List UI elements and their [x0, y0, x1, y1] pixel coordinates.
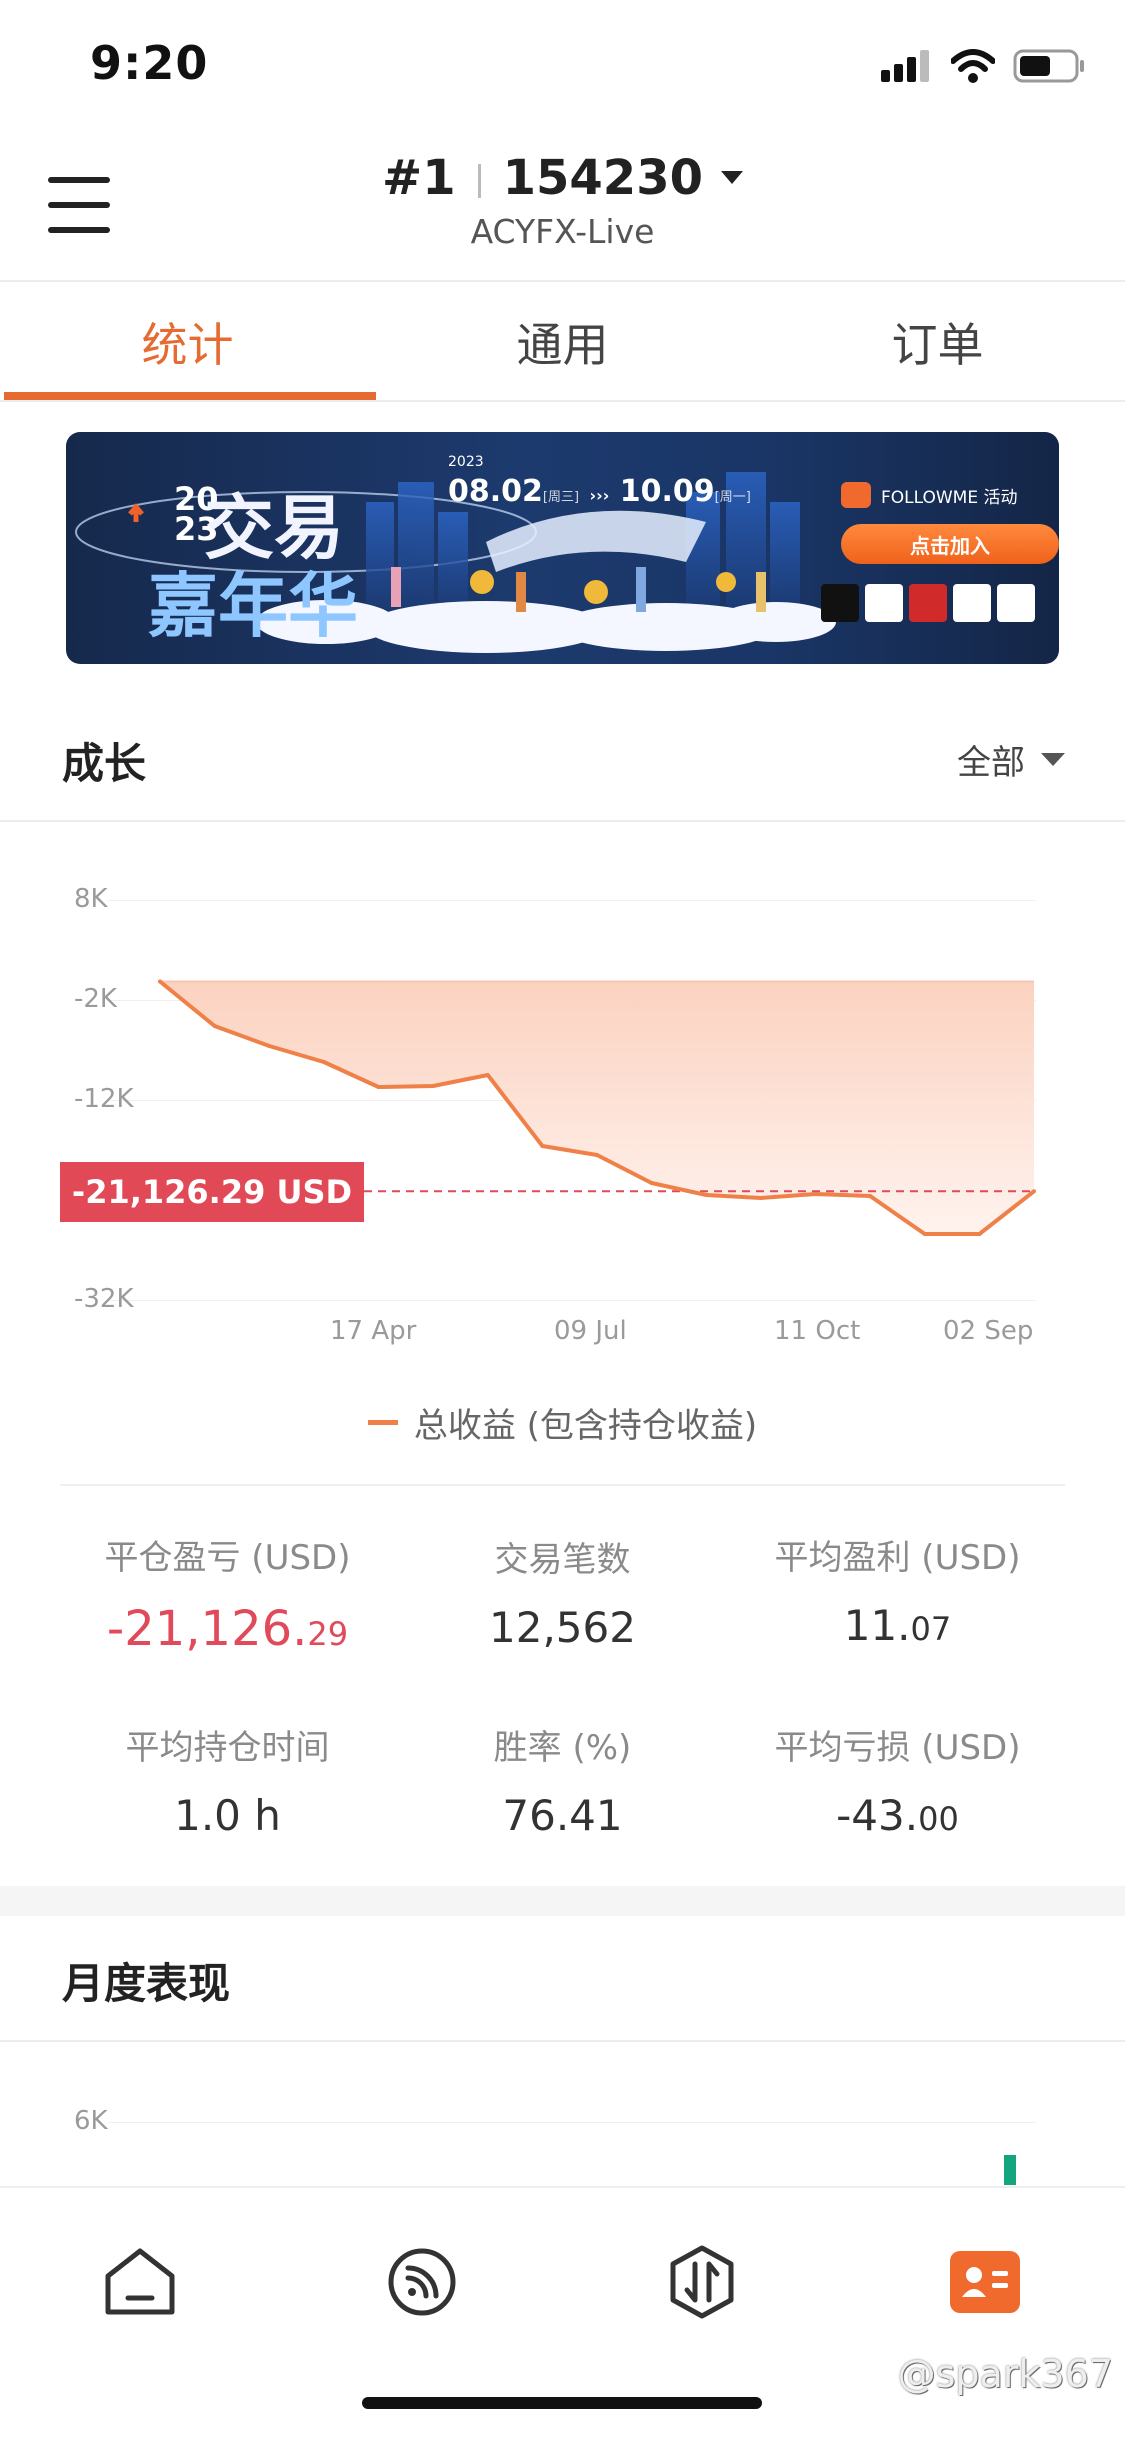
- stat-value: -21,126.29: [40, 1601, 415, 1657]
- stat-closed-pnl: 平仓盈亏 (USD) -21,126.29: [40, 1530, 415, 1657]
- stat-avg-loss: 平均亏损 (USD) -43.00: [710, 1720, 1085, 1840]
- growth-point: [1032, 1189, 1036, 1194]
- nav-trade[interactable]: [652, 2232, 752, 2332]
- stat-value-fraction: 07: [910, 1610, 952, 1648]
- growth-point: [868, 1194, 873, 1198]
- stat-value: -43.00: [710, 1791, 1085, 1840]
- growth-point: [977, 1232, 982, 1236]
- legend-swatch: [367, 1420, 398, 1425]
- stat-value-main: 76.41: [502, 1791, 623, 1840]
- growth-point: [212, 1024, 217, 1028]
- x-tick-label: 02 Sep: [943, 1316, 1034, 1346]
- stat-value-main: 11.: [843, 1601, 911, 1650]
- grid-line: [108, 2122, 1036, 2123]
- divider: [60, 1484, 1065, 1486]
- growth-point: [376, 1085, 381, 1089]
- nav-home[interactable]: [90, 2232, 190, 2332]
- growth-point: [485, 1073, 490, 1077]
- monthly-y-tick-label: 6K: [74, 2106, 108, 2136]
- growth-point: [649, 1181, 654, 1185]
- x-tick-label: 09 Jul: [554, 1316, 627, 1346]
- growth-point: [267, 1044, 272, 1048]
- section-separator: [0, 1886, 1125, 1916]
- stat-label: 平均亏损 (USD): [774, 1728, 1021, 1768]
- stat-value-main: 12,562: [489, 1603, 636, 1652]
- stat-value: 12,562: [375, 1603, 750, 1652]
- x-tick-label: 17 Apr: [330, 1316, 417, 1346]
- stat-label: 平均持仓时间: [125, 1728, 330, 1768]
- growth-point: [922, 1232, 927, 1236]
- watermark: @spark367: [897, 2352, 1113, 2396]
- stat-value: 11.07: [710, 1601, 1085, 1650]
- stat-avg-hold-time: 平均持仓时间 1.0 h: [40, 1720, 415, 1840]
- stat-value-fraction: 29: [307, 1615, 349, 1653]
- stat-label: 平仓盈亏 (USD): [104, 1538, 351, 1578]
- nav-feed[interactable]: [372, 2232, 472, 2332]
- trade-icon: [670, 2245, 734, 2319]
- monthly-bar: [1004, 2155, 1016, 2185]
- stat-label: 交易笔数: [494, 1540, 631, 1580]
- stat-value-main: -21,126.: [106, 1601, 308, 1657]
- stat-value-main: -43.: [836, 1791, 919, 1840]
- home-indicator[interactable]: [362, 2397, 762, 2409]
- chart-legend[interactable]: 总收益 (包含持仓收益): [0, 1398, 1125, 1447]
- profile-icon: [950, 2251, 1020, 2313]
- x-tick-label: 11 Oct: [774, 1316, 861, 1346]
- growth-point: [595, 1153, 599, 1157]
- stat-label: 胜率 (%): [493, 1728, 632, 1768]
- monthly-title: 月度表现: [62, 1959, 231, 2008]
- stat-value: 76.41: [375, 1791, 750, 1840]
- nav-profile[interactable]: [935, 2232, 1035, 2332]
- feed-icon: [388, 2248, 456, 2316]
- divider: [0, 2040, 1125, 2042]
- stat-value: 1.0 h: [40, 1791, 415, 1840]
- current-value-badge: -21,126.29 USD: [60, 1162, 364, 1222]
- stat-avg-profit: 平均盈利 (USD) 11.07: [710, 1530, 1085, 1650]
- legend-label: 总收益 (包含持仓收益): [413, 1406, 758, 1446]
- home-icon: [105, 2248, 175, 2315]
- stat-value-fraction: 00: [918, 1800, 959, 1838]
- growth-point: [758, 1196, 763, 1200]
- stat-label: 平均盈利 (USD): [774, 1538, 1021, 1578]
- growth-point: [540, 1144, 545, 1148]
- growth-point: [158, 979, 162, 984]
- stat-trade-count: 交易笔数 12,562: [375, 1532, 750, 1652]
- growth-point: [321, 1060, 326, 1064]
- growth-point: [704, 1193, 709, 1197]
- stat-win-rate: 胜率 (%) 76.41: [375, 1720, 750, 1840]
- stat-value-main: 1.0 h: [174, 1791, 281, 1840]
- growth-point: [813, 1192, 818, 1196]
- growth-point: [431, 1084, 436, 1088]
